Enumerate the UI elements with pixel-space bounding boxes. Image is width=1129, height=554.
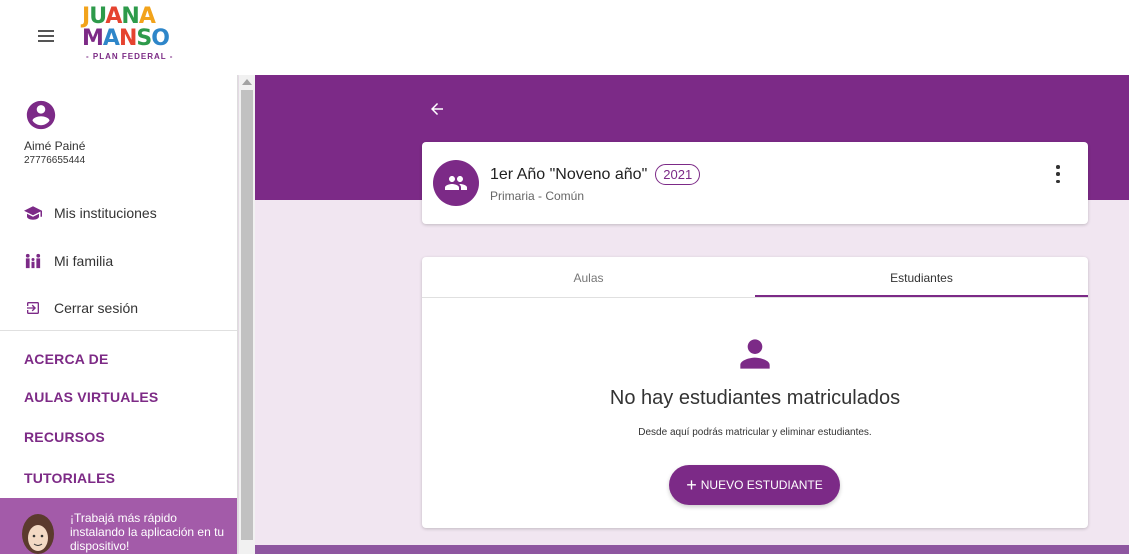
bottom-band [255,545,1129,554]
logo[interactable]: JUANA MANSO - PLAN FEDERAL - [82,6,178,66]
more-vert-icon[interactable] [1054,164,1062,184]
course-card: 1er Año "Noveno año" 2021 Primaria - Com… [422,142,1088,224]
link-tutoriales[interactable]: TUTORIALES [24,470,115,486]
sidebar-divider [0,330,237,331]
logo-line-2: MANSO [82,26,170,51]
back-arrow-icon[interactable] [428,100,446,118]
person-icon [740,339,770,369]
empty-state-description: Desde aquí podrás matricular y eliminar … [638,427,872,438]
course-subtitle: Primaria - Común [490,189,585,203]
nav-mis-instituciones[interactable]: Mis instituciones [0,193,237,233]
course-name: 1er Año "Noveno año" [490,165,648,183]
install-app-banner[interactable]: ¡Trabajá más rápido instalando la aplica… [0,498,237,554]
juana-manso-portrait-icon [22,514,54,554]
tab-estudiantes[interactable]: Estudiantes [755,257,1088,298]
nav-label: Mis instituciones [54,205,157,221]
scroll-up-arrow-icon[interactable] [242,79,252,85]
tab-aulas[interactable]: Aulas [422,257,755,298]
scroll-thumb[interactable] [241,90,253,540]
empty-state-title: No hay estudiantes matriculados [609,387,901,409]
new-student-button[interactable]: + NUEVO ESTUDIANTE [669,465,840,505]
plus-icon: + [686,475,697,495]
nav-label: Cerrar sesión [54,300,139,316]
group-icon [433,160,479,206]
logo-subtitle: - PLAN FEDERAL - [86,52,174,61]
family-icon [24,252,42,270]
tabs-card: Aulas Estudiantes No hay estudiantes mat… [422,257,1088,528]
tab-bar: Aulas Estudiantes [422,257,1088,298]
link-acerca-de[interactable]: ACERCA DE [24,351,109,367]
logo-line-1: JUANA [82,4,156,29]
logout-icon [24,299,42,317]
top-header: JUANA MANSO - PLAN FEDERAL - [0,0,1129,75]
year-chip: 2021 [655,164,701,185]
install-banner-text: ¡Trabajá más rápido instalando la aplica… [70,511,225,553]
link-recursos[interactable]: RECURSOS [24,429,105,445]
active-tab-indicator [755,295,1088,297]
link-aulas-virtuales[interactable]: AULAS VIRTUALES [24,389,158,405]
new-student-label: NUEVO ESTUDIANTE [700,478,823,492]
user-name: Aimé Painé [24,139,86,153]
nav-cerrar-sesion[interactable]: Cerrar sesión [0,288,237,328]
nav-label: Mi familia [54,253,114,269]
nav-mi-familia[interactable]: Mi familia [0,241,237,281]
user-id: 27776655444 [24,155,86,166]
user-avatar-icon [26,100,56,130]
hamburger-icon[interactable] [38,30,54,42]
course-title: 1er Año "Noveno año" 2021 [490,164,701,185]
graduation-cap-icon [24,204,42,222]
sidebar-scrollbar[interactable] [239,75,255,554]
sidebar: Aimé Painé 27776655444 Mis instituciones… [0,75,238,554]
